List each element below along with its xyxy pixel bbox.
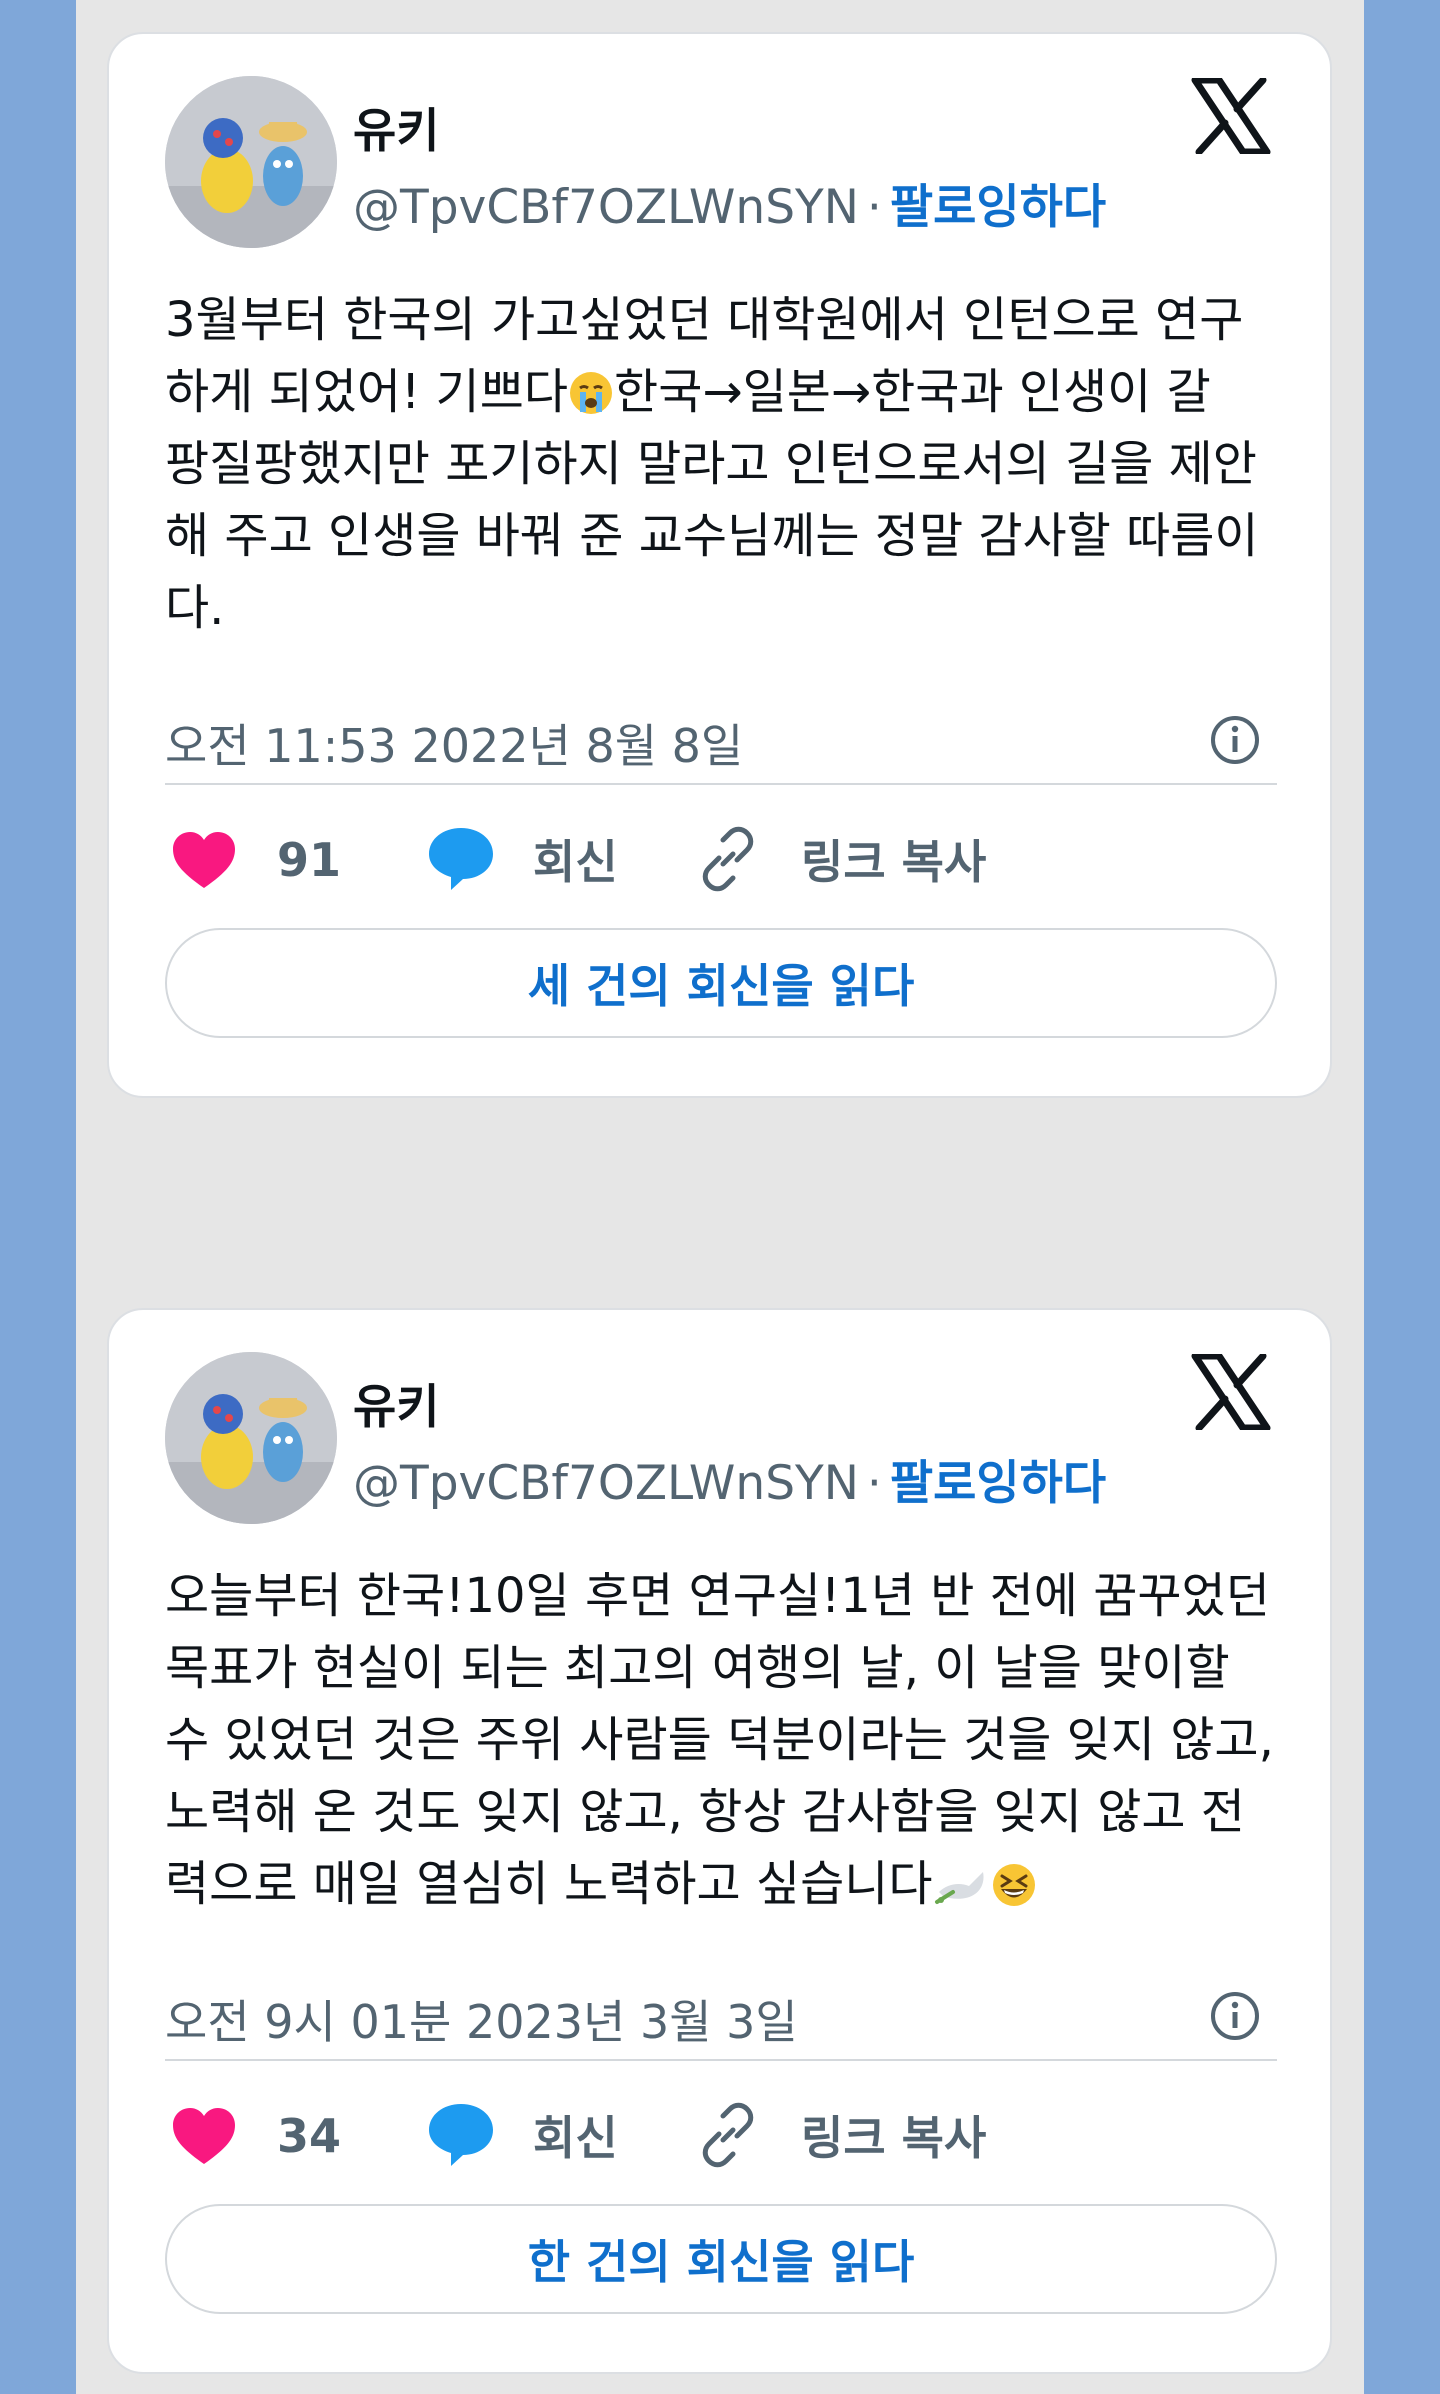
grinning-squint-emoji	[992, 1864, 1035, 1906]
like-button[interactable]: 91	[171, 830, 341, 890]
link-icon	[702, 2102, 754, 2168]
info-icon[interactable]	[1209, 1990, 1261, 2042]
divider	[165, 2059, 1277, 2061]
heart-icon	[173, 2108, 235, 2164]
text-line: 하게 되었어! 기쁘다	[165, 364, 569, 420]
text-line: 팡질팡했지만 포기하지 말라고 인턴으로서의 길을 제안	[165, 436, 1257, 492]
heart-icon	[173, 832, 235, 888]
handle-row: @TpvCBf7OZLWnSYN · 팔로잉하다	[353, 168, 1106, 237]
copy-link-label: 링크 복사	[801, 2111, 987, 2165]
like-button[interactable]: 34	[171, 2106, 341, 2166]
like-count: 91	[277, 833, 342, 887]
dove-emoji	[934, 1872, 984, 1904]
x-logo-icon[interactable]	[1191, 78, 1271, 154]
post-text: 오늘부터 한국!10일 후면 연구실!1년 반 전에 꿈꾸었던 목표가 현실이 …	[165, 1560, 1285, 1920]
copy-link-button[interactable]: 링크 복사	[695, 826, 986, 892]
text-line: 력으로 매일 열심히 노력하고 싶습니다	[165, 1856, 933, 1912]
reply-label: 회신	[533, 2111, 618, 2165]
embedded-post-1: 유키 @TpvCBf7OZLWnSYN · 팔로잉하다 3월부터 한국의 가고싶었던…	[107, 32, 1332, 1098]
copy-link-button[interactable]: 링크 복사	[695, 2102, 986, 2168]
text-line: 오늘부터 한국!10일 후면 연구실!1년 반 전에 꿈꾸었던	[165, 1568, 1270, 1624]
text-line: 노력해 온 것도 잊지 않고, 항상 감사함을 잊지 않고 전	[165, 1784, 1245, 1840]
user-handle[interactable]: @TpvCBf7OZLWnSYN	[353, 1456, 859, 1511]
follow-link[interactable]: 팔로잉하다	[890, 180, 1106, 235]
info-icon[interactable]	[1209, 714, 1261, 766]
reply-bubble-icon	[429, 2104, 493, 2166]
read-replies-button[interactable]: 한 건의 회신을 읽다	[165, 2204, 1277, 2314]
text-line: 한국→일본→한국과 인생이 갈	[614, 364, 1211, 420]
x-logo-icon[interactable]	[1191, 1354, 1271, 1430]
avatar[interactable]	[165, 76, 337, 248]
post-text: 3월부터 한국의 가고싶었던 대학원에서 인턴으로 연구 하게 되었어! 기쁘다…	[165, 284, 1285, 644]
text-line: 수 있었던 것은 주위 사람들 덕분이라는 것을 잊지 않고,	[165, 1712, 1274, 1768]
text-line: 다.	[165, 580, 225, 636]
reply-button[interactable]: 회신	[427, 826, 618, 892]
copy-link-label: 링크 복사	[801, 835, 987, 889]
like-count: 34	[277, 2109, 342, 2163]
user-handle[interactable]: @TpvCBf7OZLWnSYN	[353, 180, 859, 235]
text-line: 목표가 현실이 되는 최고의 여행의 날, 이 날을 맞이할	[165, 1640, 1230, 1696]
display-name[interactable]: 유키	[353, 1368, 439, 1437]
reply-button[interactable]: 회신	[427, 2102, 618, 2168]
post-timestamp[interactable]: 오전 9시 01분 2023년 3월 3일	[165, 1986, 798, 2052]
reply-bubble-icon	[429, 828, 493, 890]
crying-face-emoji	[570, 372, 613, 414]
avatar[interactable]	[165, 1352, 337, 1524]
follow-link[interactable]: 팔로잉하다	[890, 1456, 1106, 1511]
text-line: 해 주고 인생을 바꿔 준 교수님께는 정말 감사할 따름이	[165, 508, 1259, 564]
divider	[165, 783, 1277, 785]
embedded-post-2: 유키 @TpvCBf7OZLWnSYN · 팔로잉하다 오늘부터 한국!10일 후면…	[107, 1308, 1332, 2374]
separator-dot: ·	[866, 1456, 882, 1511]
link-icon	[702, 826, 754, 892]
display-name[interactable]: 유키	[353, 92, 439, 161]
reply-label: 회신	[533, 835, 618, 889]
text-line: 3월부터 한국의 가고싶었던 대학원에서 인턴으로 연구	[165, 292, 1244, 348]
post-timestamp[interactable]: 오전 11:53 2022년 8월 8일	[165, 710, 743, 776]
handle-row: @TpvCBf7OZLWnSYN · 팔로잉하다	[353, 1444, 1106, 1513]
separator-dot: ·	[866, 180, 882, 235]
read-replies-button[interactable]: 세 건의 회신을 읽다	[165, 928, 1277, 1038]
